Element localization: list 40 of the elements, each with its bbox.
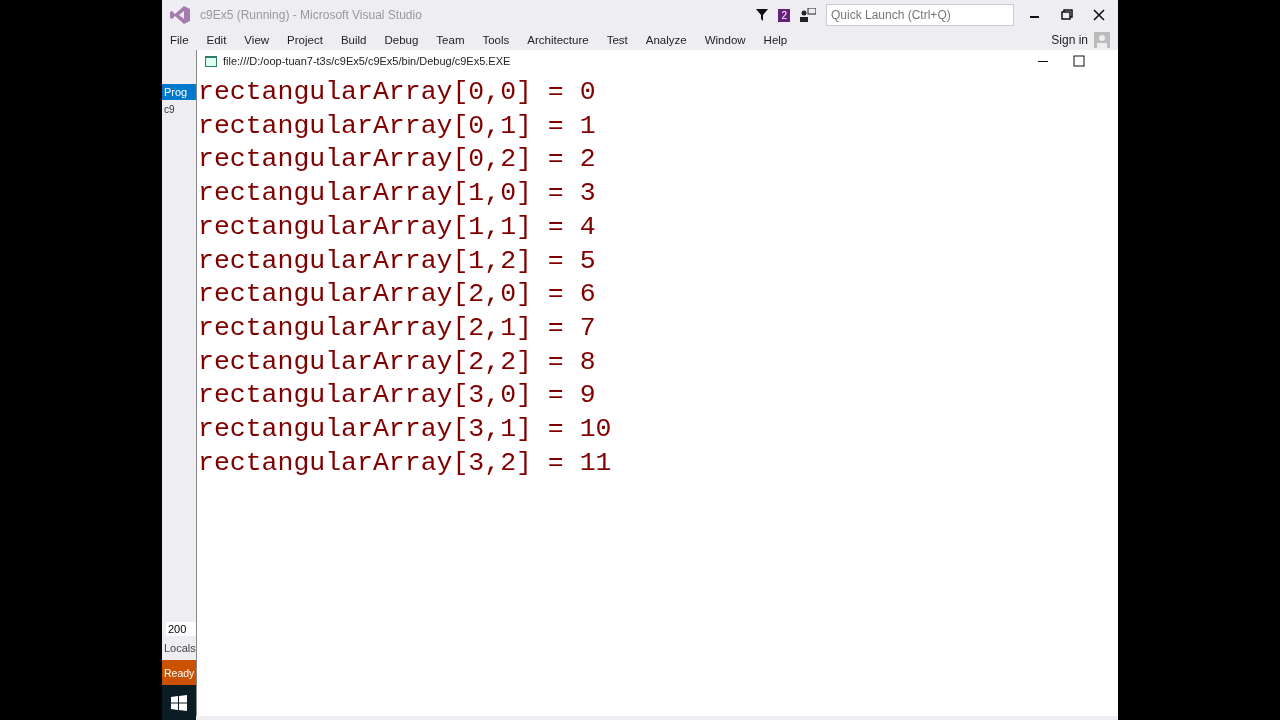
menu-item[interactable]: Tools [473,34,519,46]
panel-tab[interactable]: Locals [162,636,196,660]
menu-item[interactable]: Window [695,34,755,46]
menu-item[interactable]: Help [754,34,797,46]
console-line: rectangularArray[3,2] = 11 [198,446,612,480]
menu-item[interactable]: Test [597,34,637,46]
menu-item[interactable]: File [170,34,198,46]
zoom-field[interactable]: 200 [166,622,196,636]
console-line: rectangularArray[1,0] = 3 [198,177,596,211]
console-line: rectangularArray[2,0] = 6 [198,278,596,312]
console-line: rectangularArray[3,1] = 10 [198,413,612,447]
menu-item[interactable]: Architecture [518,34,598,46]
filter-icon[interactable] [756,9,769,21]
menu-item[interactable]: Project [278,34,332,46]
console-title: file:///D:/oop-tuan7-t3s/c9Ex5/c9Ex5/bin/Debug/c9Ex5.EXE [223,55,512,67]
console-line: rectangularArray[0,0] = 0 [198,76,596,109]
feedback-icon[interactable] [800,8,816,22]
quick-launch-field[interactable]: Quick Launch (Ctrl+Q) [826,4,1014,26]
menu-item[interactable]: Edit [197,34,236,46]
console-line: rectangularArray[2,1] = 7 [198,311,596,345]
notification-count[interactable]: 2 [778,8,790,22]
logo-icon [170,6,190,24]
windows-icon[interactable] [171,694,187,711]
console-line: rectangularArray[1,1] = 4 [198,210,596,244]
menu-item[interactable]: View [235,34,279,46]
menu-item[interactable]: Debug [375,34,428,46]
menu-item[interactable]: Analyze [636,34,696,46]
console-line: rectangularArray[0,1] = 1 [198,109,596,143]
panel-tab[interactable]: Prog [162,84,196,100]
console-icon [205,55,217,67]
sign-in-link[interactable]: Sign in [1051,33,1088,47]
status-text: Ready [162,660,196,685]
menu-item[interactable]: Build [331,34,376,46]
console-line: rectangularArray[2,2] = 8 [198,345,596,379]
console-line: rectangularArray[0,2] = 2 [198,143,596,177]
window-title: c9Ex5 (Running) - Microsoft Visual Studio [200,8,423,22]
menu-item[interactable]: Team [427,34,474,46]
console-line: rectangularArray[1,2] = 5 [198,244,596,278]
console-line: rectangularArray[3,0] = 9 [198,379,596,413]
tree-item[interactable]: c9 [162,100,196,119]
